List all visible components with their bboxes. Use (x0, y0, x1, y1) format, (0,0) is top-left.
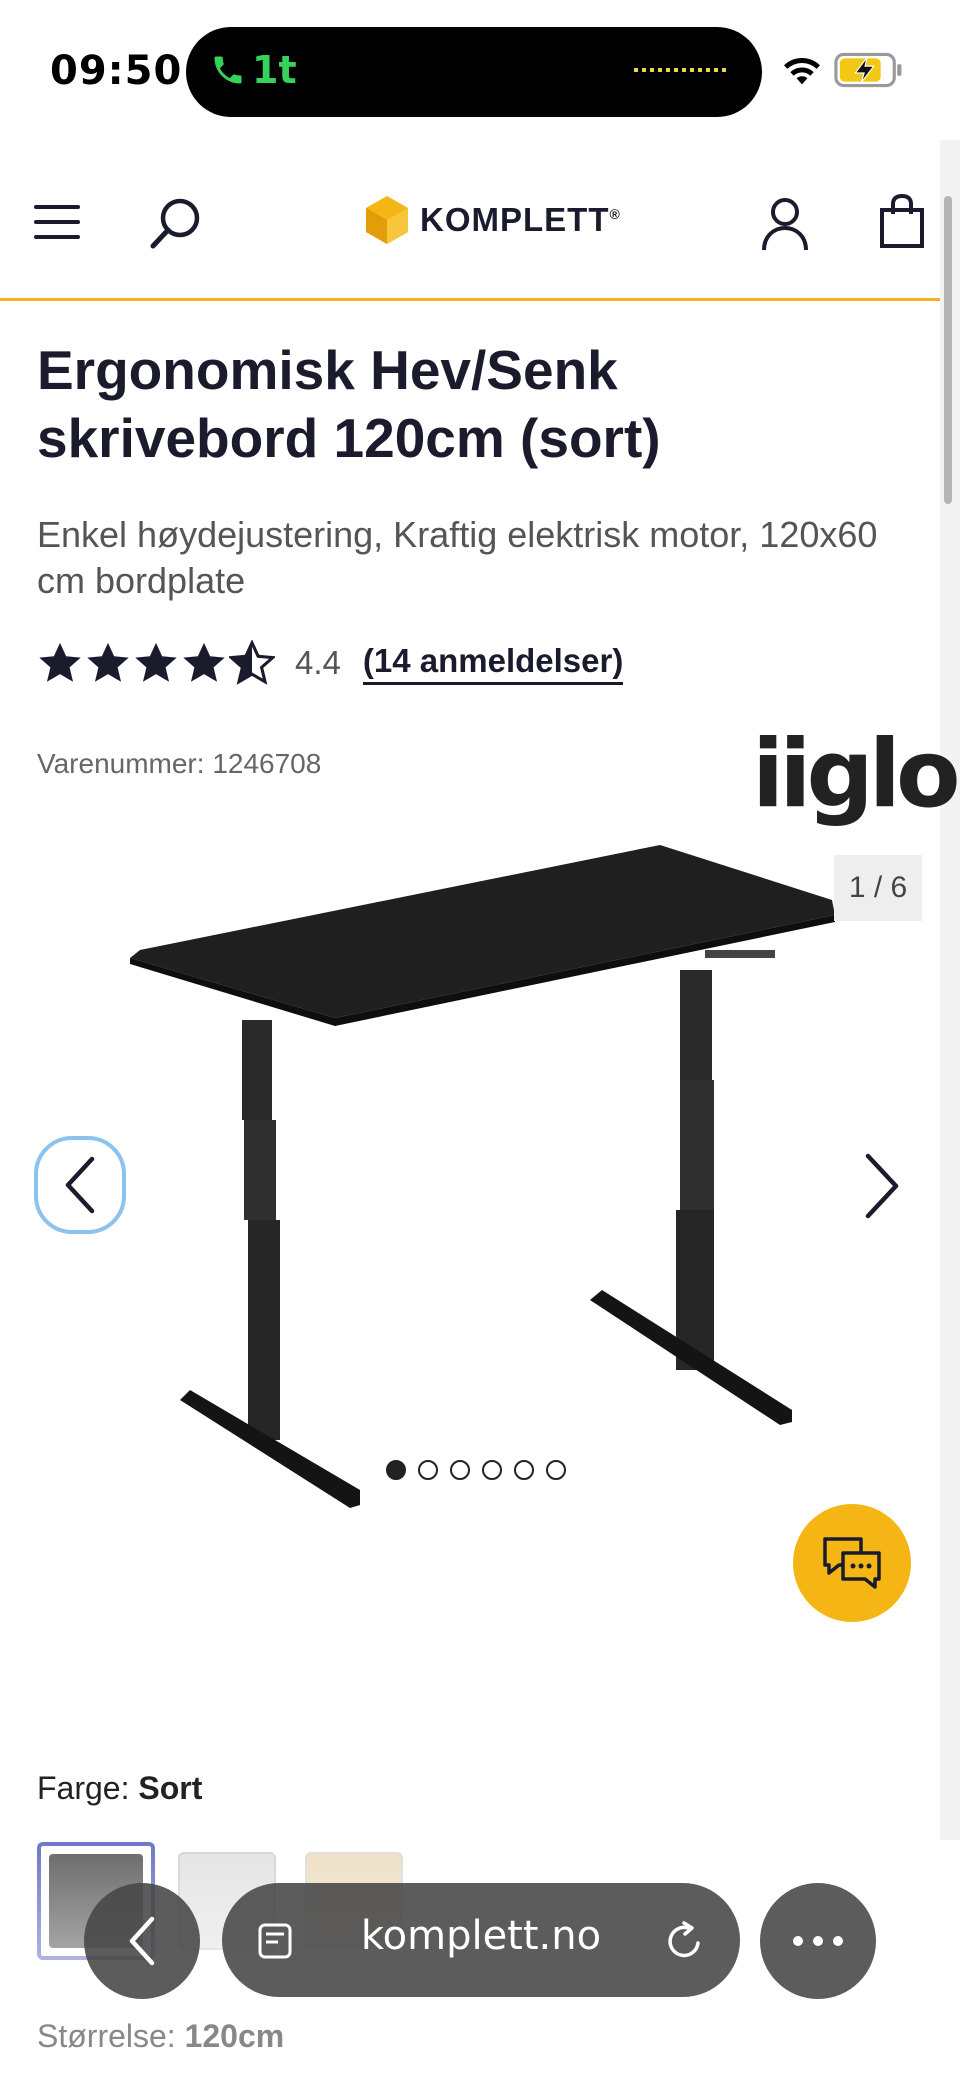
rating-stars (37, 640, 275, 686)
chevron-right-icon[interactable] (852, 1146, 912, 1226)
product-rating: 4.4 (14 anmeldelser) (37, 640, 624, 686)
scrollbar-thumb[interactable] (944, 196, 952, 504)
address-bar[interactable]: komplett.no (222, 1883, 740, 1997)
size-label: Størrelse: 120cm (37, 2018, 285, 2054)
pager-dot[interactable] (514, 1460, 534, 1480)
more-icon (793, 1936, 843, 1946)
wifi-icon (784, 58, 820, 85)
reviews-link[interactable]: (14 anmeldelser) (362, 642, 624, 685)
menu-icon[interactable] (34, 203, 82, 241)
product-subtitle: Enkel høydejustering, Kraftig elektrisk … (37, 514, 878, 601)
more-button[interactable] (760, 1883, 876, 1999)
product-image-desk[interactable] (120, 840, 840, 1540)
pager-dot[interactable] (482, 1460, 502, 1480)
komplett-logo[interactable]: KOMPLETT® (364, 190, 621, 250)
star-icon (135, 642, 177, 682)
chat-button[interactable] (793, 1504, 911, 1622)
pager-dot[interactable] (450, 1460, 470, 1480)
search-icon[interactable] (148, 196, 204, 252)
user-icon[interactable] (760, 196, 810, 252)
rating-value: 4.4 (295, 644, 341, 681)
gallery-prev-button[interactable] (34, 1136, 126, 1234)
color-label: Farge: Sort (37, 1770, 203, 1806)
status-time: 09:50 (50, 48, 183, 94)
star-icon (87, 642, 129, 682)
komplett-logo-mark (366, 196, 408, 244)
product-title: Ergonomisk Hev/Senk skrivebord 120cm (so… (37, 339, 661, 469)
gallery-counter: 1 / 6 (834, 855, 922, 921)
browser-back-button[interactable] (84, 1883, 200, 1999)
star-half-icon (229, 640, 275, 685)
call-duration: 1t (252, 48, 297, 92)
chevron-left-icon (129, 1916, 155, 1966)
pager-dot[interactable] (386, 1460, 406, 1480)
reload-icon[interactable] (662, 1919, 706, 1963)
chat-icon (823, 1537, 881, 1589)
logo-wordmark: KOMPLETT® (420, 201, 621, 238)
star-icon (39, 642, 81, 682)
brand-logo[interactable]: iiglo (752, 720, 960, 829)
pager-dot[interactable] (546, 1460, 566, 1480)
cart-bag-icon[interactable] (878, 194, 926, 248)
chevron-left-icon (65, 1156, 95, 1214)
star-icon (183, 642, 225, 682)
battery-icon (834, 52, 902, 88)
pager-dot[interactable] (418, 1460, 438, 1480)
gallery-pagination[interactable] (386, 1460, 566, 1480)
call-waveform (634, 68, 730, 72)
product-sku: Varenummer: 1246708 (37, 748, 322, 779)
phone-icon (214, 56, 242, 84)
